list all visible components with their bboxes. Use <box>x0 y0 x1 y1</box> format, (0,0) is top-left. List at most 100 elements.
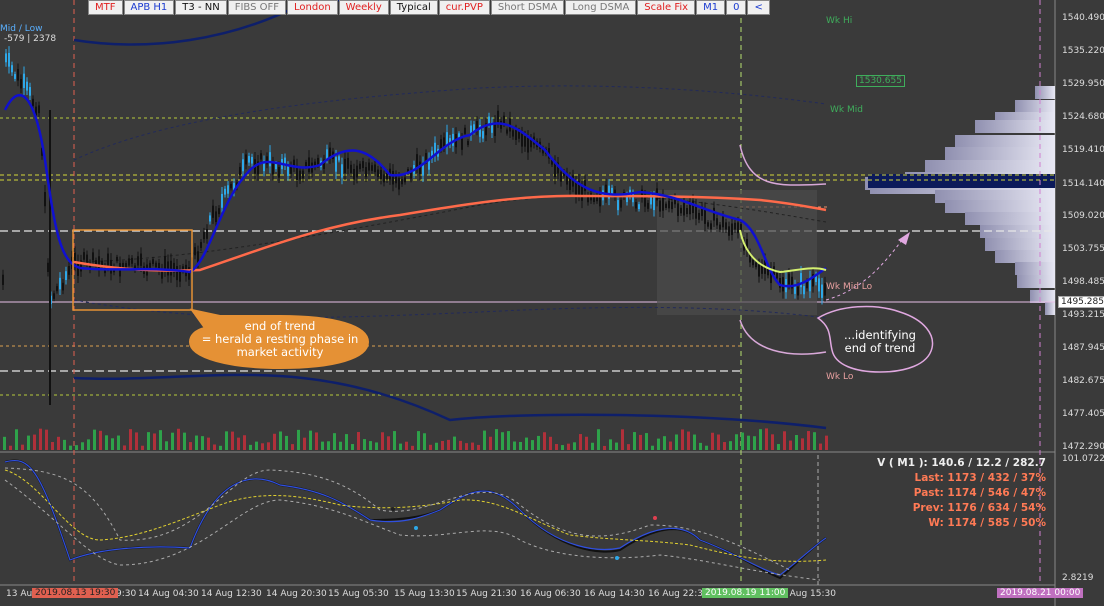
candle-body <box>269 152 271 167</box>
volume-bar <box>45 429 48 450</box>
volume-bar <box>555 444 558 450</box>
price-tick: 1482.675 <box>1062 376 1104 386</box>
toolbar-button[interactable]: Short DSMA <box>490 0 565 15</box>
osc-dot <box>615 556 619 560</box>
toolbar-button[interactable]: Scale Fix <box>637 0 696 15</box>
osc-dot <box>391 507 395 511</box>
candle-body <box>362 161 364 168</box>
candle-body <box>98 256 100 270</box>
osc-dot <box>653 516 657 520</box>
price-chart[interactable] <box>0 0 1104 606</box>
candle-body <box>713 207 715 221</box>
volume-bar <box>387 436 390 450</box>
candle-body <box>653 197 655 211</box>
toolbar-button[interactable]: APB H1 <box>123 0 175 15</box>
time-tick: 13 Au <box>6 589 33 599</box>
volume-bar <box>777 444 780 450</box>
candle-body <box>698 212 700 220</box>
price-tick: 1477.405 <box>1062 409 1104 419</box>
candle-body <box>122 262 124 268</box>
volume-profile-bar <box>945 200 1055 213</box>
volume-bar <box>381 432 384 450</box>
volume-bar <box>537 435 540 450</box>
candle-body <box>152 259 154 264</box>
toolbar-button[interactable]: M1 <box>696 0 726 15</box>
volume-bar <box>285 435 288 450</box>
candle-body <box>8 52 10 67</box>
candle-body <box>356 165 358 178</box>
candle-body <box>518 131 520 139</box>
candle-body <box>383 174 385 183</box>
volume-bar <box>183 432 186 450</box>
current-price-badge: 1495.285 <box>1058 296 1104 308</box>
candle-body <box>710 223 712 230</box>
volume-bar <box>3 436 6 450</box>
volume-bar <box>483 430 486 450</box>
osc-black <box>4 459 827 580</box>
volume-bar <box>33 434 36 450</box>
volume-profile-bar <box>925 160 1055 173</box>
toolbar-button[interactable]: FIBS OFF <box>227 0 286 15</box>
toolbar-button[interactable]: cur.PVP <box>438 0 490 15</box>
volume-bar <box>789 440 792 450</box>
candle-body <box>227 185 229 194</box>
candle-body <box>302 170 304 179</box>
toolbar-button[interactable]: < <box>747 0 770 15</box>
candle-body <box>506 129 508 134</box>
volume-bar <box>687 431 690 450</box>
volume-bar <box>267 442 270 450</box>
toolbar-button[interactable]: London <box>287 0 338 15</box>
volume-bar <box>507 431 510 450</box>
price-tick: 1540.490 <box>1062 13 1104 23</box>
toolbar-button[interactable]: Typical <box>389 0 438 15</box>
volume-bar <box>225 431 228 450</box>
volume-profile-bar <box>975 120 1055 133</box>
volume-bar <box>477 444 480 450</box>
volume-bar <box>597 429 600 450</box>
toolbar-button[interactable]: T3 - NN <box>175 0 227 15</box>
toolbar-button[interactable]: MTF <box>88 0 123 15</box>
volume-bar <box>243 435 246 450</box>
candle-body <box>740 224 742 231</box>
time-tick: 15 Aug 13:30 <box>394 589 455 599</box>
volume-bar <box>711 432 714 450</box>
osc-dot <box>414 526 418 530</box>
volume-bar <box>567 443 570 450</box>
candle-body <box>242 159 244 172</box>
toolbar-button[interactable]: Long DSMA <box>565 0 637 15</box>
candle-body <box>488 116 490 125</box>
candle-body <box>680 207 682 214</box>
stat-past: Past: 1174 / 546 / 47% <box>913 487 1046 499</box>
volume-bar <box>681 429 684 450</box>
candle-body <box>374 164 376 173</box>
candle-body <box>668 200 670 209</box>
toolbar-button[interactable]: Weekly <box>338 0 389 15</box>
candle-body <box>560 171 562 182</box>
volume-bar <box>231 431 234 450</box>
volume-profile-bar <box>995 250 1055 263</box>
volume-bar <box>189 442 192 450</box>
candle-body <box>647 202 649 209</box>
volume-bar <box>771 434 774 450</box>
volume-bar <box>369 441 372 450</box>
candle-body <box>527 137 529 153</box>
candle-body <box>170 260 172 276</box>
candle-body <box>683 202 685 216</box>
time-tick: 15 Aug 05:30 <box>328 589 389 599</box>
candle-body <box>23 73 25 89</box>
candle-body <box>260 153 262 160</box>
volume-bar <box>237 437 240 450</box>
candle-body <box>353 169 355 180</box>
volume-bar <box>351 444 354 450</box>
candle-body <box>758 264 760 277</box>
volume-bar <box>393 431 396 450</box>
candle-body <box>575 182 577 197</box>
volume-bar <box>531 440 534 450</box>
volume-bar <box>423 433 426 450</box>
candle-body <box>755 262 757 268</box>
toolbar-button[interactable]: 0 <box>726 0 747 15</box>
candle-body <box>164 256 166 270</box>
volume-bar <box>171 432 174 450</box>
candle-body <box>818 278 820 292</box>
candle-body <box>44 192 46 207</box>
